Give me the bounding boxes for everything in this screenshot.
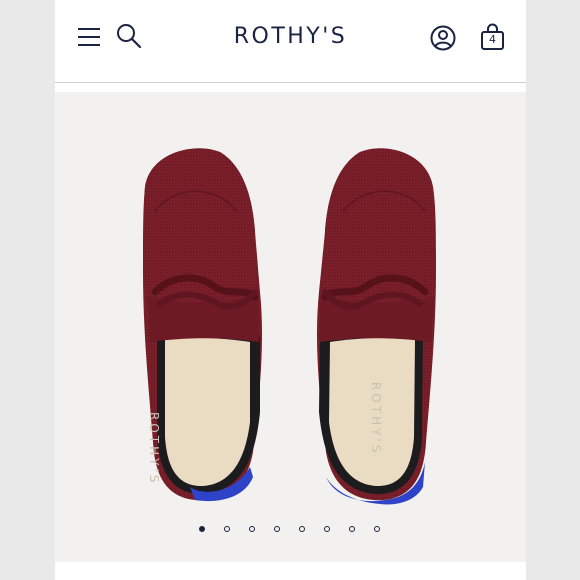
product-image (143, 148, 436, 505)
carousel-dot-4[interactable] (274, 526, 280, 532)
carousel-dot-3[interactable] (249, 526, 255, 532)
carousel-dot-6[interactable] (324, 526, 330, 532)
carousel-dot-1[interactable] (199, 526, 205, 532)
carousel-dot-8[interactable] (374, 526, 380, 532)
bag-count-badge: 4 (489, 33, 496, 46)
product-image-carousel[interactable]: ROTHY'S ROTHY'S (55, 92, 526, 562)
top-nav-bar: ROTHY'S 4 (55, 0, 526, 83)
left-insole-logo: ROTHY'S (147, 412, 161, 486)
carousel-pagination (55, 526, 526, 538)
app-card: ROTHY'S 4 ROTHY'S ROTHY'S (55, 0, 526, 580)
account-icon[interactable] (430, 25, 456, 51)
carousel-dot-7[interactable] (349, 526, 355, 532)
carousel-dot-2[interactable] (224, 526, 230, 532)
carousel-dot-5[interactable] (299, 526, 305, 532)
bottom-strip (55, 562, 526, 580)
right-insole-logo: ROTHY'S (369, 382, 383, 456)
